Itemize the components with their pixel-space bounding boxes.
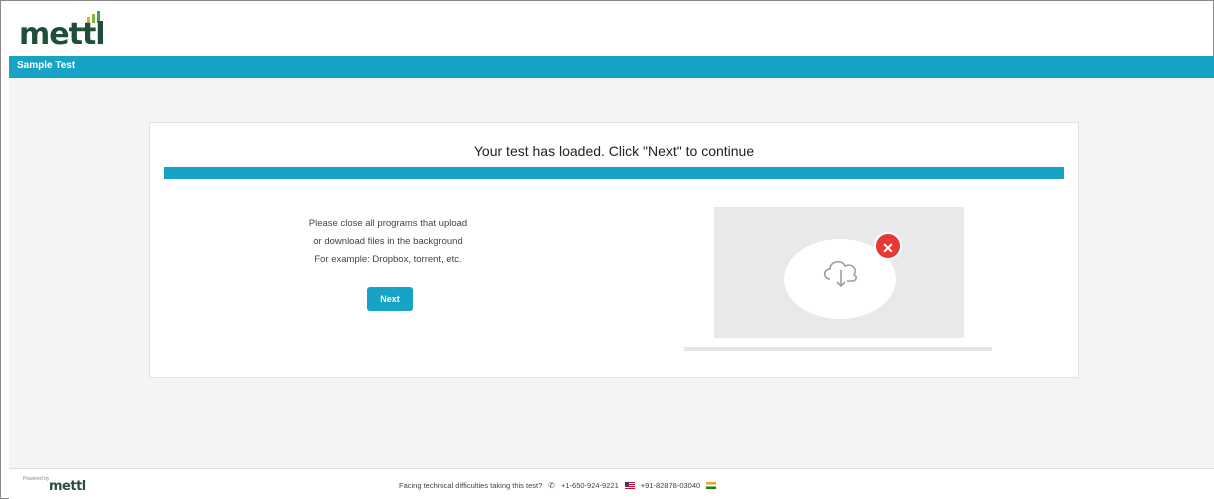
cloud-download-icon xyxy=(823,260,857,288)
illustration-panel: ✕ xyxy=(714,207,964,338)
instruction-line: For example: Dropbox, torrent, etc. xyxy=(314,254,462,265)
support-text: Facing technical difficulties taking thi… xyxy=(399,481,543,490)
header-bar: Sample Test xyxy=(9,56,1214,78)
footer: Powered by mettl Facing technical diffic… xyxy=(9,468,1214,499)
us-flag-icon xyxy=(624,482,635,489)
phone-icon: ✆ xyxy=(548,481,555,490)
loaded-card: Your test has loaded. Click "Next" to co… xyxy=(149,122,1079,378)
mettl-logo: mettl xyxy=(19,17,106,52)
india-flag-icon xyxy=(706,482,717,489)
instruction-line: Please close all programs that upload xyxy=(308,218,468,229)
app-window: mettl Sample Test Your test has loaded. … xyxy=(0,0,1214,499)
instructions-text: Please close all programs that upload or… xyxy=(258,215,518,269)
support-info: Facing technical difficulties taking thi… xyxy=(399,481,717,490)
phone-in[interactable]: +91-82878-03040 xyxy=(641,481,700,490)
section-title: Sample Test xyxy=(17,60,76,71)
phone-us[interactable]: +1-650-924-9221 xyxy=(561,481,619,490)
close-icon: ✕ xyxy=(874,232,902,260)
illustration-base xyxy=(684,347,992,351)
footer-logo: mettl xyxy=(49,479,86,494)
card-accent-bar xyxy=(164,167,1064,179)
next-button[interactable]: Next xyxy=(367,287,413,311)
powered-by-label: Powered by xyxy=(23,476,50,482)
instruction-line: or download files in the background xyxy=(313,236,463,247)
card-title: Your test has loaded. Click "Next" to co… xyxy=(473,143,755,159)
